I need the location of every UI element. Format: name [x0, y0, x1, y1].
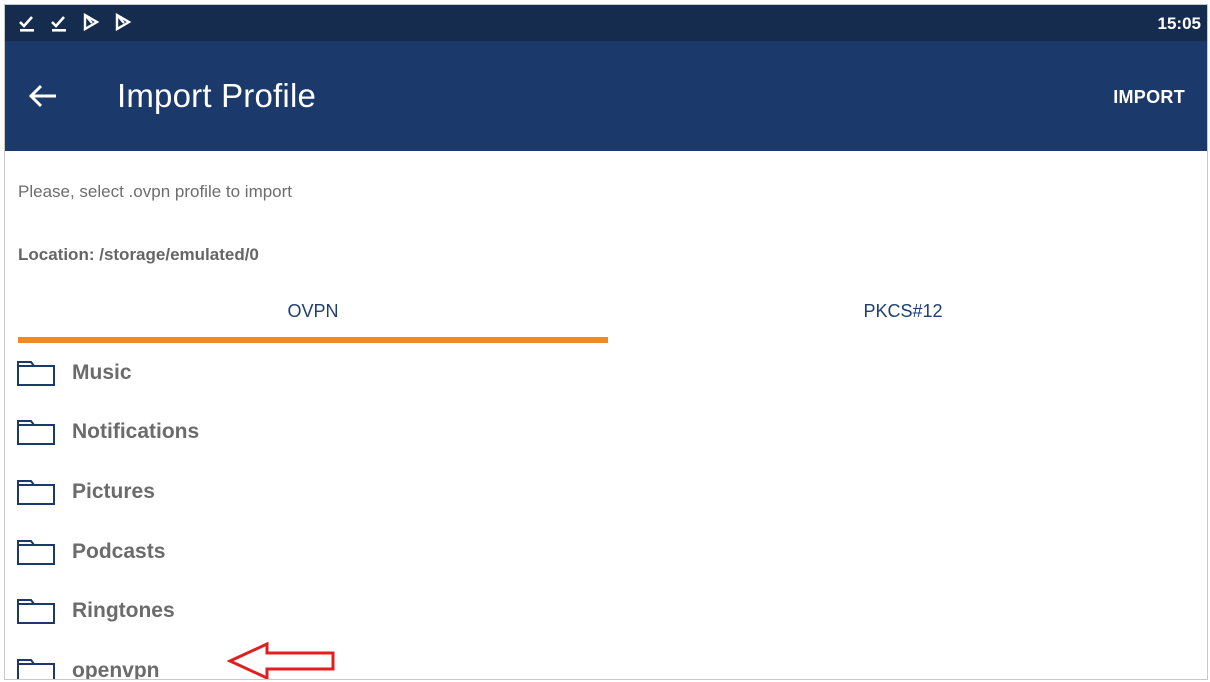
back-button[interactable]	[23, 79, 63, 113]
tab-ovpn[interactable]: OVPN	[18, 293, 608, 343]
app-bar: Import Profile IMPORT	[5, 41, 1207, 151]
folder-icon	[17, 658, 55, 679]
folder-icon	[17, 420, 55, 446]
folder-item-openvpn[interactable]: openvpn	[16, 641, 1196, 680]
folder-item-pictures[interactable]: Pictures	[16, 462, 1196, 522]
instruction-text: Please, select .ovpn profile to import	[18, 182, 293, 201]
folder-name: openvpn	[72, 658, 160, 680]
file-list: Music Notifications Pictures Podcasts Ri…	[16, 343, 1196, 680]
folder-name: Ringtones	[72, 599, 175, 623]
status-icons	[17, 13, 133, 33]
folder-name: Pictures	[72, 479, 155, 503]
folder-item-podcasts[interactable]: Podcasts	[16, 522, 1196, 582]
folder-icon	[17, 479, 55, 505]
folder-item-ringtones[interactable]: Ringtones	[16, 581, 1196, 641]
app-screen: 15:05 Import Profile IMPORT Please, sele…	[4, 4, 1208, 680]
folder-name: Podcasts	[72, 539, 166, 563]
status-bar: 15:05	[5, 5, 1207, 41]
import-button[interactable]: IMPORT	[1113, 87, 1185, 108]
tab-pkcs12[interactable]: PKCS#12	[608, 293, 1198, 343]
folder-icon	[17, 360, 55, 386]
arrow-back-icon	[28, 84, 56, 108]
folder-icon	[17, 539, 55, 565]
play-store-icon	[115, 13, 132, 32]
folder-item-music[interactable]: Music	[16, 343, 1196, 403]
download-done-icon	[51, 16, 66, 32]
download-done-icon	[19, 16, 34, 32]
status-time: 15:05	[1157, 14, 1201, 33]
folder-icon	[17, 599, 55, 625]
annotation-arrow-icon	[227, 641, 335, 679]
tab-bar: OVPN PKCS#12	[18, 293, 1198, 343]
folder-item-notifications[interactable]: Notifications	[16, 403, 1196, 463]
folder-name: Notifications	[72, 420, 200, 444]
page-title: Import Profile	[117, 77, 317, 114]
location-path: Location: /storage/emulated/0	[18, 245, 259, 264]
folder-name: Music	[72, 360, 132, 384]
play-store-icon	[83, 13, 100, 32]
